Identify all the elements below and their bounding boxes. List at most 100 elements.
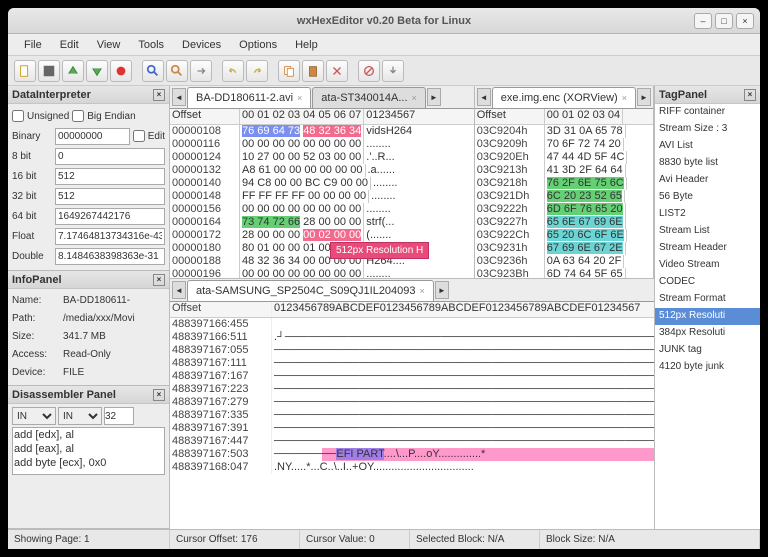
tab-next-icon[interactable]: ►	[427, 88, 441, 106]
ascii-header: 01234567	[364, 109, 417, 124]
hex-grid[interactable]: 0000010876 69 64 73 48 32 36 34vidsH2640…	[170, 125, 474, 278]
redo-icon[interactable]	[246, 60, 268, 82]
tag-item[interactable]: LIST2	[655, 206, 760, 223]
menu-edit[interactable]: Edit	[52, 37, 87, 53]
8bit-input[interactable]	[55, 148, 165, 165]
panel-title: Disassembler Panel	[12, 389, 116, 401]
bytes-header: 00 01 02 03 04 05 06 07	[240, 109, 364, 124]
tag-item[interactable]: Stream List	[655, 223, 760, 240]
hex-grid[interactable]: 03C9204h3D 31 0A 65 7803C9209h70 6F 72 7…	[475, 125, 653, 278]
status-blocksize: Block Size: N/A	[540, 530, 760, 549]
save-icon[interactable]	[38, 60, 60, 82]
goto-icon[interactable]	[190, 60, 212, 82]
disasm-type-select[interactable]: IN	[12, 407, 56, 425]
tag-list[interactable]: RIFF containerStream Size : 3AVI List883…	[655, 104, 760, 529]
32bit-input[interactable]	[55, 188, 165, 205]
disasm-list[interactable]: add [edx], al add [eax], al add byte [ec…	[12, 427, 165, 475]
64bit-input[interactable]	[55, 208, 165, 225]
open-icon[interactable]	[62, 60, 84, 82]
edit-checkbox[interactable]	[133, 130, 145, 142]
insert-icon[interactable]	[382, 60, 404, 82]
tab-close-icon[interactable]: ×	[420, 286, 425, 296]
disasm-vendor-select[interactable]: IN	[58, 407, 102, 425]
tag-item[interactable]: RIFF container	[655, 104, 760, 121]
bytes-header: 00 01 02 03 04	[545, 109, 623, 124]
replace-icon[interactable]	[166, 60, 188, 82]
panel-title: TagPanel	[659, 89, 707, 101]
hex-pane-3: ◄ ata-SAMSUNG_SP2504C_S09QJ1IL204093× ► …	[170, 278, 654, 529]
status-page: Showing Page: 1	[8, 530, 170, 549]
copy-icon[interactable]	[278, 60, 300, 82]
tag-item[interactable]: Stream Size : 3	[655, 121, 760, 138]
menu-view[interactable]: View	[89, 37, 129, 53]
menu-help[interactable]: Help	[287, 37, 326, 53]
record-icon[interactable]	[110, 60, 132, 82]
tab-file-ata[interactable]: ata-ST340014A...×	[312, 87, 426, 108]
search-icon[interactable]	[142, 60, 164, 82]
delete-icon[interactable]	[358, 60, 380, 82]
binary-input[interactable]	[55, 128, 130, 145]
tab-prev-icon[interactable]: ◄	[477, 88, 491, 106]
panel-close-icon[interactable]: ×	[744, 89, 756, 101]
panel-title: DataInterpreter	[12, 89, 91, 101]
tab-file-exe[interactable]: exe.img.enc (XORView)×	[492, 87, 636, 108]
hex-grid[interactable]: 488397166:455488397166:511.┘────────────…	[170, 318, 654, 529]
double-input[interactable]	[55, 248, 165, 265]
tag-item[interactable]: 512px Resoluti	[655, 308, 760, 325]
tab-close-icon[interactable]: ×	[412, 93, 417, 103]
window-title: wxHexEditor v0.20 Beta for Linux	[297, 15, 471, 27]
tag-item[interactable]: CODEC	[655, 274, 760, 291]
tag-item[interactable]: 56 Byte	[655, 189, 760, 206]
tab-next-icon[interactable]: ►	[637, 88, 651, 106]
offset-header: Offset	[475, 109, 545, 124]
tag-item[interactable]: 4120 byte junk	[655, 359, 760, 376]
save-as-icon[interactable]	[86, 60, 108, 82]
tab-close-icon[interactable]: ×	[622, 93, 627, 103]
menu-options[interactable]: Options	[231, 37, 285, 53]
tag-item[interactable]: 384px Resoluti	[655, 325, 760, 342]
float-input[interactable]	[55, 228, 165, 245]
tag-item[interactable]: Avi Header	[655, 172, 760, 189]
offset-header: Offset	[170, 302, 272, 317]
tag-item[interactable]: Stream Format	[655, 291, 760, 308]
tab-prev-icon[interactable]: ◄	[172, 281, 186, 299]
menu-devices[interactable]: Devices	[174, 37, 229, 53]
toolbar	[8, 56, 760, 86]
status-block: Selected Block: N/A	[410, 530, 540, 549]
minimize-button[interactable]: –	[694, 13, 712, 29]
tag-item[interactable]: Stream Header	[655, 240, 760, 257]
undo-icon[interactable]	[222, 60, 244, 82]
panel-close-icon[interactable]: ×	[153, 89, 165, 101]
panel-close-icon[interactable]: ×	[153, 274, 165, 286]
data-interpreter-panel: DataInterpreter× UnsignedBig Endian Bina…	[8, 86, 169, 271]
bigendian-checkbox[interactable]	[72, 110, 84, 122]
tag-item[interactable]: Video Stream	[655, 257, 760, 274]
titlebar[interactable]: wxHexEditor v0.20 Beta for Linux – □ ×	[8, 8, 760, 34]
tab-prev-icon[interactable]: ◄	[172, 88, 186, 106]
statusbar: Showing Page: 1 Cursor Offset: 176 Curso…	[8, 529, 760, 549]
menu-file[interactable]: File	[16, 37, 50, 53]
maximize-button[interactable]: □	[715, 13, 733, 29]
status-value: Cursor Value: 0	[300, 530, 410, 549]
disasm-bits-input[interactable]	[104, 407, 134, 425]
tab-close-icon[interactable]: ×	[297, 93, 302, 103]
panel-title: InfoPanel	[12, 274, 62, 286]
unsigned-checkbox[interactable]	[12, 110, 24, 122]
menubar: File Edit View Tools Devices Options Hel…	[8, 34, 760, 56]
tab-next-icon[interactable]: ►	[435, 281, 449, 299]
16bit-input[interactable]	[55, 168, 165, 185]
tab-file-avi[interactable]: BA-DD180611-2.avi×	[187, 87, 311, 108]
close-button[interactable]: ×	[736, 13, 754, 29]
new-file-icon[interactable]	[14, 60, 36, 82]
menu-tools[interactable]: Tools	[130, 37, 172, 53]
panel-close-icon[interactable]: ×	[153, 389, 165, 401]
offset-header: Offset	[170, 109, 240, 124]
paste-icon[interactable]	[302, 60, 324, 82]
cut-icon[interactable]	[326, 60, 348, 82]
tab-file-samsung[interactable]: ata-SAMSUNG_SP2504C_S09QJ1IL204093×	[187, 280, 434, 301]
tag-item[interactable]: 8830 byte list	[655, 155, 760, 172]
ascii-header: 0123456789ABCDEF0123456789ABCDEF01234567…	[272, 302, 642, 317]
tag-item[interactable]: AVI List	[655, 138, 760, 155]
tag-item[interactable]: JUNK tag	[655, 342, 760, 359]
hex-pane-1: ◄ BA-DD180611-2.avi× ata-ST340014A...× ►…	[170, 86, 475, 278]
